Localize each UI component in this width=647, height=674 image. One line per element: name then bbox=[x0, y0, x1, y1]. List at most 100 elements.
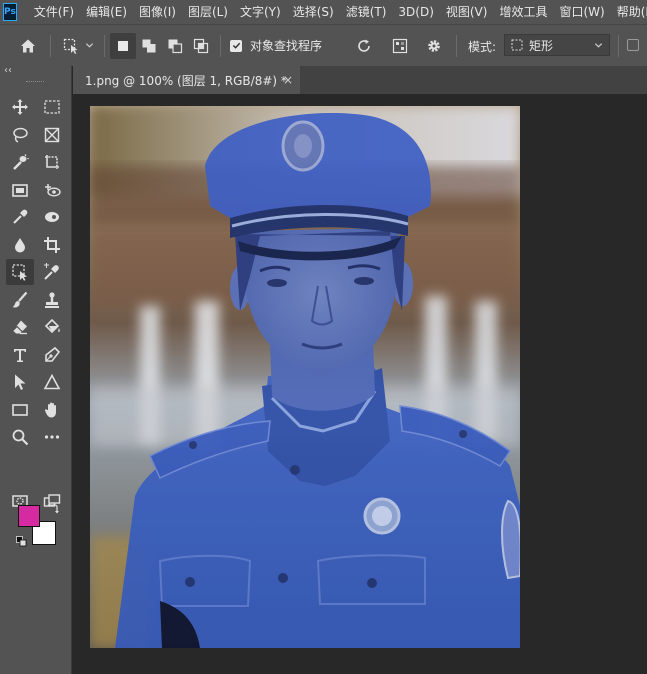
rectangle-mode-icon bbox=[511, 39, 523, 51]
color-sampler-tool[interactable] bbox=[38, 259, 66, 285]
object-selection-icon bbox=[12, 264, 27, 281]
drop-icon bbox=[15, 238, 25, 253]
refresh-icon bbox=[358, 39, 370, 52]
object-selection-tool-icon bbox=[63, 38, 77, 54]
mode-label: 模式: bbox=[468, 40, 497, 54]
lasso-tool[interactable] bbox=[6, 122, 34, 148]
sampler-icon bbox=[44, 263, 59, 280]
menu-image[interactable]: 图像(I) bbox=[133, 0, 182, 24]
show-all-objects-button[interactable] bbox=[388, 25, 412, 66]
sample-tool[interactable] bbox=[38, 177, 66, 203]
add-to-selection-icon bbox=[142, 39, 156, 52]
document-tab[interactable]: 1.png @ 100% (图层 1, RGB/8#) * × bbox=[73, 66, 300, 94]
type-icon bbox=[14, 349, 26, 362]
chevron-down-icon bbox=[85, 43, 93, 48]
document-canvas-image[interactable] bbox=[90, 106, 520, 648]
menu-filter[interactable]: 滤镜(T) bbox=[340, 0, 393, 24]
menu-edit[interactable]: 编辑(E) bbox=[80, 0, 133, 24]
default-colors-icon[interactable] bbox=[16, 536, 27, 547]
tools-panel: ‹‹ bbox=[0, 65, 72, 674]
options-bar: 对象查找程序 模式: 矩形 bbox=[0, 24, 647, 66]
separator bbox=[104, 35, 105, 57]
eye-plus-icon bbox=[45, 184, 61, 197]
marquee-icon bbox=[44, 100, 60, 114]
crop-perspective-tool[interactable] bbox=[38, 149, 66, 175]
patch-tool[interactable] bbox=[38, 204, 66, 230]
close-tab-icon[interactable]: × bbox=[283, 73, 293, 87]
move-tool[interactable] bbox=[6, 94, 34, 120]
frame-select-icon bbox=[12, 184, 28, 197]
menu-window[interactable]: 窗口(W) bbox=[553, 0, 610, 24]
quick-selection-tool[interactable] bbox=[6, 149, 34, 175]
option-checkbox[interactable] bbox=[627, 39, 639, 51]
tool-preset-picker[interactable] bbox=[58, 25, 98, 66]
eraser-tool[interactable] bbox=[6, 314, 34, 340]
crop-tool[interactable] bbox=[38, 232, 66, 258]
frame-tool[interactable] bbox=[38, 122, 66, 148]
toolbar-grip[interactable] bbox=[26, 81, 44, 84]
collapse-toolbar-button[interactable]: ‹‹ bbox=[4, 65, 12, 76]
object-selection-tool[interactable] bbox=[6, 259, 34, 285]
stamp-icon bbox=[45, 292, 59, 308]
eyedropper-tool[interactable] bbox=[6, 204, 34, 230]
hand-icon bbox=[44, 402, 56, 418]
screen-mode-button[interactable] bbox=[38, 488, 66, 514]
move-icon bbox=[12, 99, 28, 115]
paint-bucket-icon bbox=[44, 318, 60, 334]
separator bbox=[220, 35, 221, 57]
rectangle-select-tool[interactable] bbox=[6, 177, 34, 203]
hand-tool[interactable] bbox=[38, 397, 66, 423]
new-selection-icon bbox=[118, 41, 128, 51]
path-selection-tool[interactable] bbox=[6, 369, 34, 395]
separator bbox=[618, 35, 619, 57]
rectangular-marquee-tool[interactable] bbox=[38, 94, 66, 120]
settings-button[interactable] bbox=[422, 25, 446, 66]
shape-tool[interactable] bbox=[38, 369, 66, 395]
mode-select[interactable]: 矩形 bbox=[504, 34, 610, 56]
new-selection-button[interactable] bbox=[110, 33, 136, 59]
patch-icon bbox=[45, 212, 59, 222]
home-button[interactable] bbox=[14, 25, 42, 66]
menu-view[interactable]: 视图(V) bbox=[440, 0, 494, 24]
document-tab-title: 1.png @ 100% (图层 1, RGB/8#) * bbox=[85, 73, 287, 88]
intersect-selection-button[interactable] bbox=[188, 25, 214, 66]
zoom-tool[interactable] bbox=[6, 424, 34, 450]
checkmark-icon bbox=[232, 42, 240, 49]
foreground-color-swatch[interactable] bbox=[18, 505, 40, 527]
refresh-button[interactable] bbox=[352, 25, 376, 66]
menu-plugins[interactable]: 增效工具 bbox=[493, 0, 553, 24]
object-finder-checkbox[interactable] bbox=[230, 39, 242, 52]
paint-bucket-tool[interactable] bbox=[38, 314, 66, 340]
edit-toolbar-button[interactable] bbox=[38, 424, 66, 450]
clone-stamp-tool[interactable] bbox=[38, 287, 66, 313]
menu-type[interactable]: 文字(Y) bbox=[234, 0, 287, 24]
add-to-selection-button[interactable] bbox=[136, 25, 162, 66]
subtract-from-selection-icon bbox=[168, 39, 183, 53]
menu-select[interactable]: 选择(S) bbox=[287, 0, 340, 24]
frame-icon bbox=[44, 127, 60, 143]
type-tool[interactable] bbox=[6, 342, 34, 368]
rectangle-icon bbox=[12, 404, 28, 416]
menu-bar: Ps 文件(F) 编辑(E) 图像(I) 图层(L) 文字(Y) 选择(S) 滤… bbox=[0, 0, 647, 24]
object-grid-icon bbox=[392, 38, 408, 53]
pen-icon bbox=[45, 346, 61, 362]
brush-icon bbox=[12, 291, 28, 308]
object-finder-toggle[interactable]: 对象查找程序 bbox=[230, 25, 322, 66]
document-tab-bar: 1.png @ 100% (图层 1, RGB/8#) * × bbox=[73, 66, 647, 94]
blur-tool[interactable] bbox=[6, 232, 34, 258]
menu-help[interactable]: 帮助(H) bbox=[611, 0, 647, 24]
menu-layer[interactable]: 图层(L) bbox=[182, 0, 234, 24]
more-icon bbox=[44, 435, 60, 439]
menu-3d[interactable]: 3D(D) bbox=[392, 0, 439, 24]
crop-icon bbox=[44, 237, 60, 253]
menu-file[interactable]: 文件(F) bbox=[28, 0, 80, 24]
pen-tool[interactable] bbox=[38, 342, 66, 368]
canvas-area[interactable] bbox=[73, 94, 647, 674]
photoshop-logo[interactable]: Ps bbox=[3, 3, 17, 21]
object-finder-label: 对象查找程序 bbox=[250, 39, 323, 53]
chevron-down-icon bbox=[594, 43, 603, 48]
separator bbox=[50, 35, 51, 57]
brush-tool[interactable] bbox=[6, 287, 34, 313]
rectangle-tool[interactable] bbox=[6, 397, 34, 423]
subtract-from-selection-button[interactable] bbox=[162, 25, 188, 66]
